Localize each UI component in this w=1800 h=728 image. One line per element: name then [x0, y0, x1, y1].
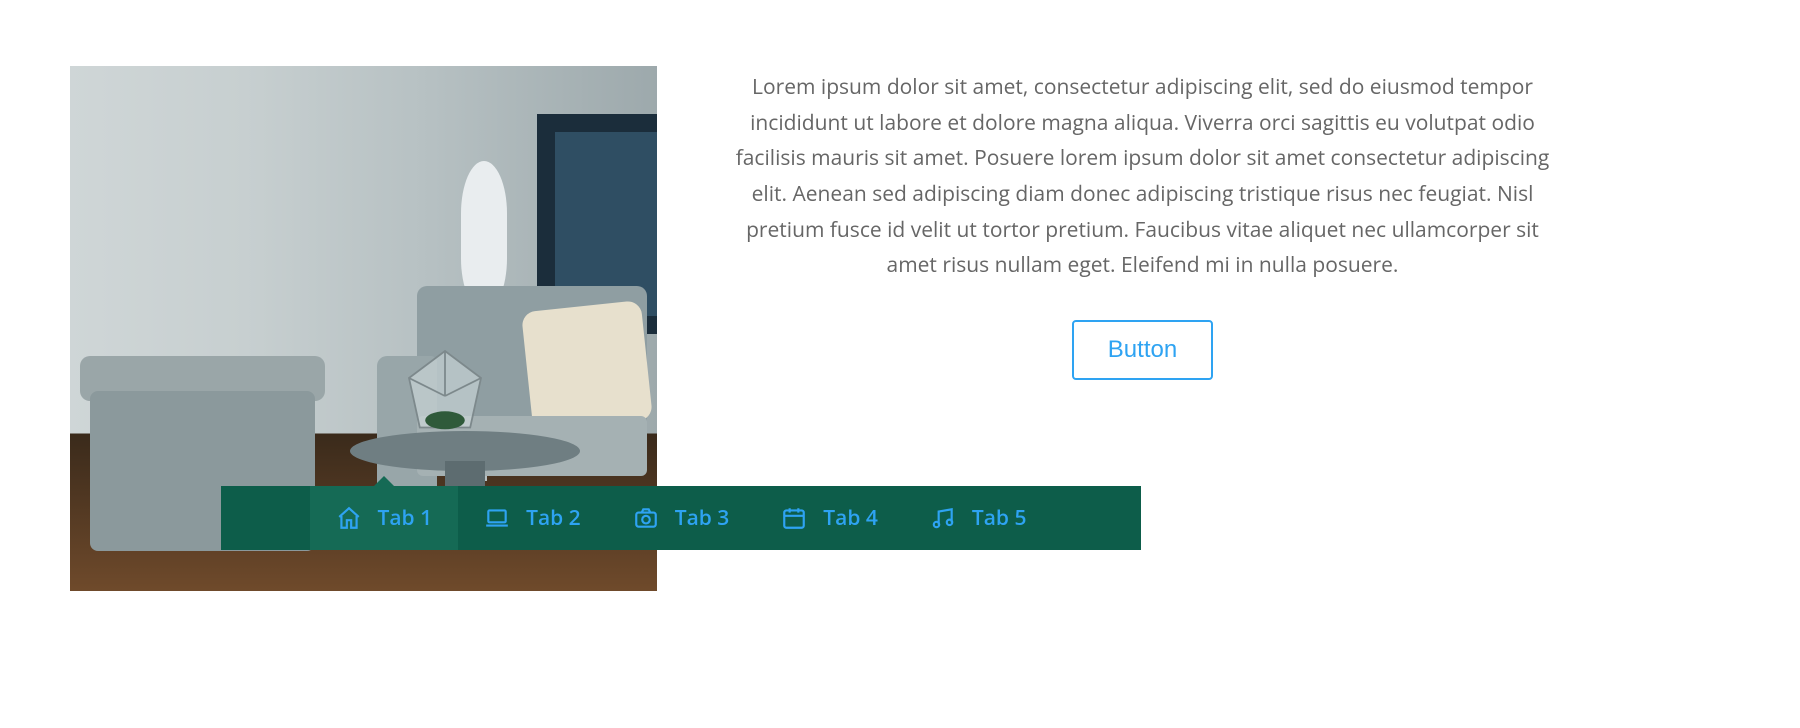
laptop-icon	[484, 505, 510, 531]
camera-icon	[633, 505, 659, 531]
tabs-bar: Tab 1 Tab 2 Tab 3 Tab 4 Tab 5	[221, 486, 1141, 550]
tab-label: Tab 5	[972, 504, 1027, 532]
tab-label: Tab 1	[378, 504, 433, 532]
music-icon	[930, 505, 956, 531]
content-column: Lorem ipsum dolor sit amet, consectetur …	[700, 70, 1585, 380]
tab-1[interactable]: Tab 1	[310, 486, 459, 550]
tab-label: Tab 2	[526, 504, 581, 532]
tab-4[interactable]: Tab 4	[755, 486, 904, 550]
home-icon	[336, 505, 362, 531]
tab-3[interactable]: Tab 3	[607, 486, 756, 550]
terrarium	[400, 346, 490, 446]
tab-2[interactable]: Tab 2	[458, 486, 607, 550]
calendar-icon	[781, 505, 807, 531]
tab-label: Tab 3	[675, 504, 730, 532]
body-text: Lorem ipsum dolor sit amet, consectetur …	[700, 70, 1585, 284]
tab-label: Tab 4	[823, 504, 878, 532]
cta-button[interactable]: Button	[1072, 320, 1213, 380]
tab-5[interactable]: Tab 5	[904, 486, 1053, 550]
